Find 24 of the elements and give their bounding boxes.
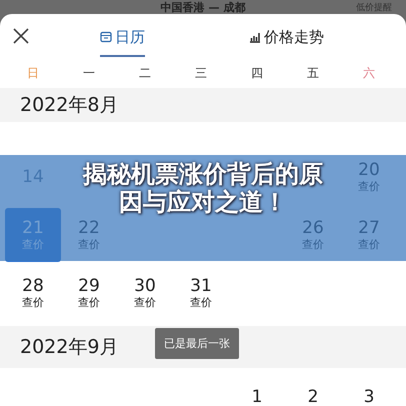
- weekday-label: 三: [194, 64, 208, 82]
- calendar-day[interactable]: 31 查价: [173, 266, 229, 320]
- bar-chart-icon: [249, 31, 261, 43]
- month-title: 2022年8月: [20, 93, 118, 118]
- calendar-day[interactable]: 29 查价: [61, 266, 117, 320]
- calendar-icon: [100, 31, 112, 43]
- weekday-label: 五: [306, 64, 320, 82]
- month-title: 2022年9月: [20, 335, 118, 360]
- weekday-label: 二: [138, 64, 152, 82]
- tab[interactable]: 日历: [100, 18, 145, 56]
- close-icon[interactable]: [12, 27, 30, 45]
- calendar-day[interactable]: 3: [341, 370, 397, 406]
- weekday-label: 四: [250, 64, 264, 82]
- calendar-day[interactable]: 30 查价: [117, 266, 173, 320]
- route-title: 中国香港 — 成都: [160, 2, 246, 14]
- calendar-day[interactable]: 2: [285, 370, 341, 406]
- tab[interactable]: 价格走势: [249, 18, 324, 56]
- weekday-label: 六: [362, 64, 376, 82]
- toast-message: 已是最后一张: [155, 328, 239, 359]
- weekday-label: 日: [26, 64, 40, 82]
- overlay-title: 揭秘机票涨价背后的原因与应对之道！: [82, 160, 324, 216]
- calendar-day[interactable]: 1: [229, 370, 285, 406]
- weekday-label: 一: [82, 64, 96, 82]
- calendar-day[interactable]: 28 查价: [5, 266, 61, 320]
